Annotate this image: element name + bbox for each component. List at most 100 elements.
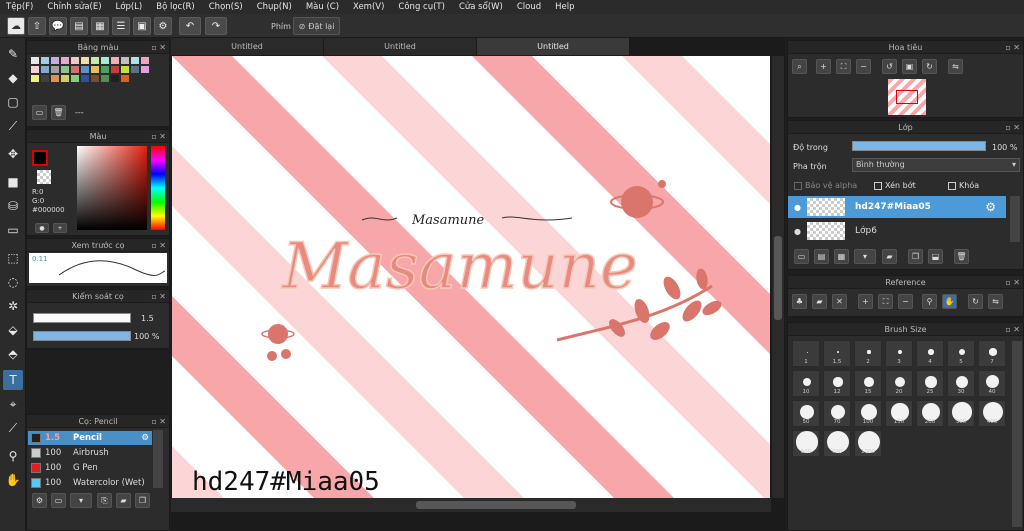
ref-fit-icon[interactable]: ⛶ bbox=[878, 294, 893, 309]
palette-swatch[interactable] bbox=[51, 75, 59, 82]
brush-size-cell[interactable]: 700 bbox=[823, 430, 851, 457]
panel-controls-icon[interactable]: ▫ ✕ bbox=[151, 130, 166, 143]
layer-opacity-slider[interactable] bbox=[852, 141, 986, 151]
layer-list-scrollbar[interactable] bbox=[1010, 196, 1020, 242]
panel-controls-icon[interactable]: ▫ ✕ bbox=[151, 290, 166, 303]
palette-swatch[interactable] bbox=[41, 57, 49, 64]
reset-view-icon[interactable]: ▣ bbox=[902, 59, 917, 74]
brush-settings-icon[interactable]: ⚙ bbox=[32, 493, 47, 508]
chat-icon[interactable]: 💬 bbox=[49, 17, 67, 35]
hand-tool-icon[interactable]: ✋ bbox=[3, 470, 23, 490]
brush-size-cell[interactable]: 5 bbox=[947, 340, 975, 367]
palette-swatch[interactable] bbox=[121, 57, 129, 64]
palette-swatch[interactable] bbox=[61, 66, 69, 73]
palette-swatch[interactable] bbox=[111, 57, 119, 64]
eye-icon[interactable]: ● bbox=[794, 203, 801, 212]
palette-swatch[interactable] bbox=[71, 66, 79, 73]
panel-controls-icon[interactable]: ▫ ✕ bbox=[1005, 276, 1020, 289]
color-mode-button[interactable]: ● bbox=[35, 223, 49, 233]
pen-tool-icon[interactable]: ⟋ bbox=[3, 116, 23, 136]
menu-item[interactable]: Help bbox=[555, 2, 574, 12]
brush-item[interactable]: 100 G Pen bbox=[28, 461, 152, 475]
menu-item[interactable]: Chỉnh sửa(E) bbox=[47, 2, 101, 12]
menu-item[interactable]: Cloud bbox=[517, 2, 541, 12]
text-tool-icon[interactable]: T bbox=[3, 370, 23, 390]
brush-size-cell[interactable]: 15 bbox=[854, 370, 882, 397]
brush-size-cell[interactable]: 50 bbox=[792, 400, 820, 427]
merge-layer-icon[interactable]: ⬓ bbox=[928, 249, 943, 264]
fit-window-icon[interactable]: ⛶ bbox=[836, 59, 851, 74]
brush-item[interactable]: 1.5 Pencil ⚙ bbox=[28, 431, 152, 445]
ref-hand-icon[interactable]: ✋ bbox=[942, 294, 957, 309]
new-layer-icon[interactable]: ▭ bbox=[794, 249, 809, 264]
add-brush-icon[interactable]: ▾ bbox=[70, 493, 92, 508]
navigator-view-rect[interactable] bbox=[896, 90, 918, 104]
protect-alpha-checkbox[interactable]: Bảo vệ alpha bbox=[794, 181, 857, 190]
menu-item[interactable]: Bộ lọc(R) bbox=[156, 2, 195, 12]
color-add-button[interactable]: + bbox=[53, 223, 67, 233]
palette-swatch[interactable] bbox=[71, 57, 79, 64]
delete-layer-icon[interactable]: 🗑 bbox=[954, 249, 969, 264]
brush-size-cell[interactable]: 70 bbox=[823, 400, 851, 427]
panel-controls-icon[interactable]: ▫ ✕ bbox=[151, 239, 166, 252]
reset-button[interactable]: ⊘ Đặt lại bbox=[293, 17, 340, 35]
magic-wand-tool-icon[interactable]: ✲ bbox=[3, 296, 23, 316]
select-pen-tool-icon[interactable]: ⬙ bbox=[3, 320, 23, 340]
hue-slider[interactable] bbox=[151, 146, 165, 230]
close-reference-icon[interactable]: ✕ bbox=[832, 294, 847, 309]
layer-icon[interactable]: ▤ bbox=[70, 17, 88, 35]
layer-item[interactable]: ● hd247#Miaa05 ⚙ bbox=[788, 196, 1006, 218]
brush-item[interactable]: 100 Watercolor (Wet) bbox=[28, 476, 152, 490]
panel-controls-icon[interactable]: ▫ ✕ bbox=[1005, 323, 1020, 336]
menu-item[interactable]: Lớp(L) bbox=[116, 2, 143, 12]
brush-size-cell[interactable]: 12 bbox=[823, 370, 851, 397]
ref-rotate-icon[interactable]: ↻ bbox=[968, 294, 983, 309]
menu-item[interactable]: Xem(V) bbox=[353, 2, 384, 12]
palette-swatch[interactable] bbox=[121, 75, 129, 82]
brush-size-cell[interactable]: 500 bbox=[792, 430, 820, 457]
document-tab[interactable]: Untitled bbox=[477, 38, 630, 55]
palette-swatch[interactable] bbox=[141, 57, 149, 64]
palette-swatch[interactable] bbox=[131, 57, 139, 64]
palette-swatch[interactable] bbox=[31, 57, 39, 64]
ref-zoom-out-icon[interactable]: − bbox=[898, 294, 913, 309]
brush-size-cell[interactable]: 2 bbox=[854, 340, 882, 367]
zoom-out-icon[interactable]: − bbox=[856, 59, 871, 74]
palette-swatch[interactable] bbox=[91, 75, 99, 82]
lock-checkbox[interactable]: Khóa bbox=[948, 181, 979, 190]
duplicate-layer-icon[interactable]: ❐ bbox=[908, 249, 923, 264]
brush-item[interactable]: 100 Airbrush bbox=[28, 446, 152, 460]
palette-swatch[interactable] bbox=[81, 75, 89, 82]
flip-icon[interactable]: ⇋ bbox=[948, 59, 963, 74]
brush-size-cell[interactable]: 4 bbox=[916, 340, 944, 367]
layer-item[interactable]: ● Lớp6 bbox=[788, 220, 1006, 242]
fill-rect-tool-icon[interactable]: ■ bbox=[3, 172, 23, 192]
palette-swatch[interactable] bbox=[91, 66, 99, 73]
blend-mode-select[interactable]: Bình thường ▾ bbox=[852, 158, 1020, 172]
folder-icon[interactable]: ▰ bbox=[116, 493, 131, 508]
palette-swatch[interactable] bbox=[81, 57, 89, 64]
palette-swatch[interactable] bbox=[61, 75, 69, 82]
new-8bit-layer-icon[interactable]: ▦ bbox=[834, 249, 849, 264]
palette-swatch[interactable] bbox=[51, 66, 59, 73]
operation-tool-icon[interactable]: ⌖ bbox=[3, 394, 23, 414]
brush-size-slider[interactable] bbox=[33, 313, 131, 323]
ref-eyedropper-icon[interactable]: ⚲ bbox=[922, 294, 937, 309]
brush-size-cell[interactable]: 1000 bbox=[854, 430, 882, 457]
open-folder-icon[interactable]: ▰ bbox=[812, 294, 827, 309]
brush-opacity-slider[interactable] bbox=[33, 331, 131, 341]
palette-swatch[interactable] bbox=[61, 57, 69, 64]
brush-size-scrollbar[interactable] bbox=[1012, 341, 1022, 527]
palette-swatch[interactable] bbox=[41, 66, 49, 73]
brush-list-scrollbar[interactable] bbox=[153, 430, 163, 488]
palette-swatch[interactable] bbox=[101, 66, 109, 73]
brush-size-cell[interactable]: 3 bbox=[885, 340, 913, 367]
brush-size-cell[interactable]: 20 bbox=[885, 370, 913, 397]
brush-size-cell[interactable]: 7 bbox=[978, 340, 1006, 367]
eraser-tool-icon[interactable]: ◆ bbox=[3, 68, 23, 88]
canvas-horizontal-scrollbar[interactable] bbox=[171, 498, 771, 512]
gradient-tool-icon[interactable]: ▭ bbox=[3, 220, 23, 240]
palette-swatch[interactable] bbox=[91, 57, 99, 64]
divide-tool-icon[interactable]: ⟋ bbox=[3, 418, 23, 438]
menu-item[interactable]: Tệp(F) bbox=[6, 2, 33, 12]
